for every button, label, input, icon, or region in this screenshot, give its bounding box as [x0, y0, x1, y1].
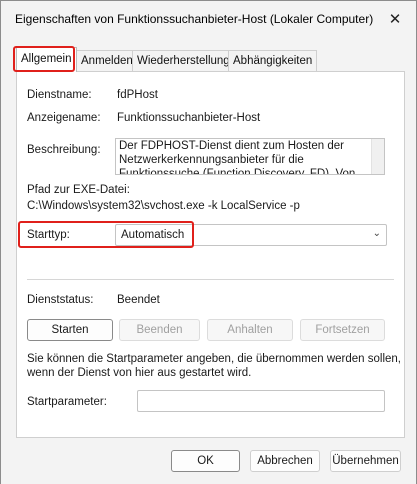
apply-button[interactable]: Übernehmen [330, 450, 401, 472]
resume-button[interactable]: Fortsetzen [300, 319, 385, 341]
ok-button[interactable]: OK [171, 450, 240, 472]
chevron-down-icon[interactable]: ⌄ [373, 228, 381, 239]
info-text: Sie können die Startparameter angeben, d… [27, 353, 401, 365]
description-scrollbar[interactable] [371, 139, 384, 174]
pause-button[interactable]: Anhalten [207, 319, 293, 341]
startup-type-value: Automatisch [121, 229, 185, 241]
service-name-label: Dienstname: [27, 89, 92, 101]
info-text: wenn der Dienst von hier aus gestartet w… [27, 367, 252, 379]
display-name-value: Funktionssuchanbieter-Host [117, 112, 261, 124]
description-textbox[interactable]: Der FDPHOST-Dienst dient zum Hosten der … [115, 138, 385, 175]
display-name-label: Anzeigename: [27, 112, 101, 124]
general-panel: Dienstname: fdPHost Anzeigename: Funktio… [16, 71, 405, 438]
service-status-label: Dienststatus: [27, 294, 94, 306]
exe-path-label: Pfad zur EXE-Datei: [27, 184, 130, 196]
tab-anmelden[interactable]: Anmelden [76, 50, 138, 71]
title-bar: Eigenschaften von Funktionssuchanbieter-… [1, 1, 416, 39]
description-label: Beschreibung: [27, 144, 101, 156]
startup-type-label: Starttyp: [27, 229, 70, 241]
close-icon[interactable]: ✕ [384, 9, 406, 31]
description-line: Der FDPHOST-Dienst dient zum Hosten der [119, 140, 344, 152]
separator [27, 279, 394, 280]
properties-dialog: Eigenschaften von Funktionssuchanbieter-… [0, 0, 417, 484]
tab-abhaengigkeiten[interactable]: Abhängigkeiten [228, 50, 318, 71]
start-params-label: Startparameter: [27, 396, 107, 408]
window-title: Eigenschaften von Funktionssuchanbieter-… [15, 12, 374, 26]
start-params-input[interactable] [137, 390, 385, 412]
description-line: Netzwerkerkennungsanbieter für die [119, 154, 304, 166]
exe-path-value: C:\Windows\system32\svchost.exe -k Local… [27, 200, 300, 212]
dialog-footer: OK Abbrechen Übernehmen [1, 438, 416, 484]
stop-button[interactable]: Beenden [119, 319, 200, 341]
start-button[interactable]: Starten [27, 319, 113, 341]
startup-type-select[interactable]: Automatisch ⌄ [115, 224, 387, 246]
tab-wiederherstellung[interactable]: Wiederherstellung [132, 50, 235, 71]
cancel-button[interactable]: Abbrechen [250, 450, 320, 472]
service-name-value: fdPHost [117, 89, 158, 101]
service-status-value: Beendet [117, 294, 160, 306]
tab-allgemein[interactable]: Allgemein [16, 47, 77, 72]
description-line: Funktionssuche (Function Discovery, FD).… [119, 168, 356, 175]
